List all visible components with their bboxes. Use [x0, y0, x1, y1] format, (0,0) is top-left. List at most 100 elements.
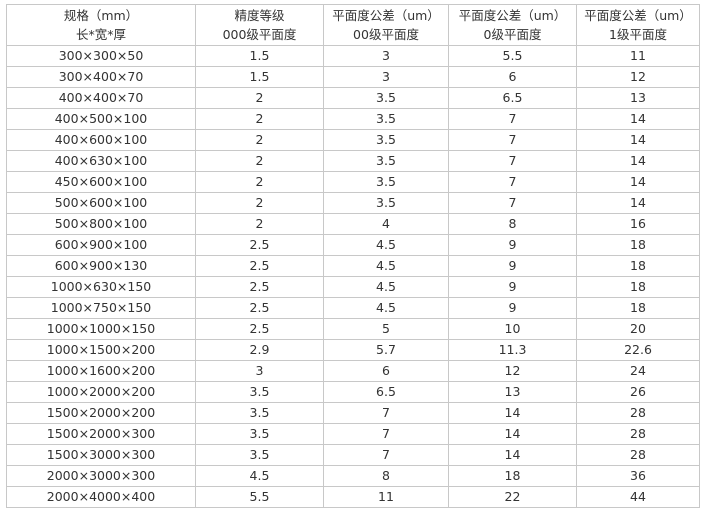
flatness-1-cell: 28: [576, 402, 700, 424]
flatness-1-header: 平面度公差（um） 1级平面度: [576, 4, 700, 46]
grade-000-cell: 2: [195, 213, 324, 235]
table-row: 1000×630×150 2.5 4.5 9 18: [6, 276, 700, 298]
table-row: 1000×1500×200 2.9 5.7 11.3 22.6: [6, 339, 700, 361]
flatness-1-cell: 18: [576, 297, 700, 319]
flatness-0-cell: 5.5: [448, 45, 577, 67]
grade-000-cell: 2.5: [195, 318, 324, 340]
grade-000-cell: 2.9: [195, 339, 324, 361]
flatness-00-cell: 3: [323, 66, 449, 88]
table-row: 1500×3000×300 3.5 7 14 28: [6, 444, 700, 466]
grade-000-cell: 3.5: [195, 423, 324, 445]
flatness-1-cell: 14: [576, 108, 700, 130]
grade-000-cell: 2.5: [195, 276, 324, 298]
grade-000-cell: 4.5: [195, 465, 324, 487]
flatness-0-cell: 8: [448, 213, 577, 235]
size-cell: 1000×750×150: [6, 297, 196, 319]
table-row: 400×630×100 2 3.5 7 14: [6, 150, 700, 172]
flatness-00-cell: 7: [323, 444, 449, 466]
flatness-0-cell: 6: [448, 66, 577, 88]
flatness-1-cell: 14: [576, 150, 700, 172]
size-cell: 1000×1600×200: [6, 360, 196, 382]
flatness-1-cell: 44: [576, 486, 700, 508]
flatness-00-cell: 7: [323, 423, 449, 445]
grade-000-cell: 2: [195, 150, 324, 172]
flatness-00-header: 平面度公差（um） 00级平面度: [323, 4, 449, 46]
flatness-00-cell: 5: [323, 318, 449, 340]
flatness-00-cell: 11: [323, 486, 449, 508]
flatness-0-cell: 9: [448, 276, 577, 298]
grade-000-cell: 2: [195, 108, 324, 130]
flatness-0-cell: 14: [448, 423, 577, 445]
flatness-0-cell: 12: [448, 360, 577, 382]
spec-size-header: 规格（mm） 长*宽*厚: [6, 4, 196, 46]
grade-000-cell: 2: [195, 171, 324, 193]
header-subtitle: 000级平面度: [222, 27, 297, 42]
table-row: 1000×750×150 2.5 4.5 9 18: [6, 297, 700, 319]
table-row: 1500×2000×200 3.5 7 14 28: [6, 402, 700, 424]
flatness-1-cell: 11: [576, 45, 700, 67]
flatness-1-cell: 26: [576, 381, 700, 403]
flatness-00-cell: 3.5: [323, 87, 449, 109]
flatness-00-cell: 4.5: [323, 276, 449, 298]
grade-000-cell: 2: [195, 87, 324, 109]
header-subtitle: 1级平面度: [609, 27, 667, 42]
grade-000-cell: 2.5: [195, 234, 324, 256]
grade-000-cell: 2.5: [195, 255, 324, 277]
flatness-0-cell: 7: [448, 171, 577, 193]
flatness-00-cell: 3.5: [323, 129, 449, 151]
flatness-0-cell: 7: [448, 192, 577, 214]
table-row: 1000×1600×200 3 6 12 24: [6, 360, 700, 382]
flatness-00-cell: 3.5: [323, 108, 449, 130]
size-cell: 2000×3000×300: [6, 465, 196, 487]
flatness-0-cell: 22: [448, 486, 577, 508]
table-row: 300×300×50 1.5 3 5.5 11: [6, 45, 700, 67]
accuracy-grade-header: 精度等级 000级平面度: [195, 4, 324, 46]
flatness-00-cell: 3.5: [323, 192, 449, 214]
size-cell: 1500×2000×200: [6, 402, 196, 424]
flatness-0-cell: 7: [448, 129, 577, 151]
flatness-0-cell: 9: [448, 255, 577, 277]
table-body: 300×300×50 1.5 3 5.5 11 300×400×70 1.5 3 6 12 400×…: [6, 45, 700, 508]
flatness-1-cell: 24: [576, 360, 700, 382]
flatness-1-cell: 18: [576, 255, 700, 277]
flatness-00-cell: 5.7: [323, 339, 449, 361]
header-subtitle: 长*宽*厚: [75, 27, 126, 42]
flatness-0-cell: 14: [448, 402, 577, 424]
flatness-00-cell: 6.5: [323, 381, 449, 403]
table-row: 600×900×100 2.5 4.5 9 18: [6, 234, 700, 256]
flatness-1-cell: 14: [576, 171, 700, 193]
table-row: 500×800×100 2 4 8 16: [6, 213, 700, 235]
size-cell: 400×500×100: [6, 108, 196, 130]
size-cell: 600×900×100: [6, 234, 196, 256]
grade-000-cell: 1.5: [195, 66, 324, 88]
flatness-0-header: 平面度公差（um） 0级平面度: [448, 4, 577, 46]
flatness-1-cell: 18: [576, 276, 700, 298]
table-row: 500×600×100 2 3.5 7 14: [6, 192, 700, 214]
flatness-0-cell: 18: [448, 465, 577, 487]
table-row: 400×400×70 2 3.5 6.5 13: [6, 87, 700, 109]
table-row: 2000×4000×400 5.5 11 22 44: [6, 486, 700, 508]
table-row: 400×500×100 2 3.5 7 14: [6, 108, 700, 130]
size-cell: 1000×2000×200: [6, 381, 196, 403]
flatness-1-cell: 36: [576, 465, 700, 487]
header-subtitle: 0级平面度: [483, 27, 542, 42]
grade-000-cell: 2.5: [195, 297, 324, 319]
grade-000-cell: 3.5: [195, 402, 324, 424]
size-cell: 400×400×70: [6, 87, 196, 109]
size-cell: 400×600×100: [6, 129, 196, 151]
flatness-00-cell: 4.5: [323, 297, 449, 319]
header-title: 精度等级: [234, 8, 285, 23]
size-cell: 300×400×70: [6, 66, 196, 88]
size-cell: 1000×1500×200: [6, 339, 196, 361]
header-title: 规格（mm）: [63, 8, 139, 23]
table-row: 600×900×130 2.5 4.5 9 18: [6, 255, 700, 277]
header-title: 平面度公差（um）: [458, 8, 567, 23]
flatness-0-cell: 6.5: [448, 87, 577, 109]
table-row: 1500×2000×300 3.5 7 14 28: [6, 423, 700, 445]
size-cell: 1000×1000×150: [6, 318, 196, 340]
table-row: 300×400×70 1.5 3 6 12: [6, 66, 700, 88]
size-cell: 450×600×100: [6, 171, 196, 193]
flatness-00-cell: 7: [323, 402, 449, 424]
flatness-1-cell: 16: [576, 213, 700, 235]
header-title: 平面度公差（um）: [584, 8, 692, 23]
